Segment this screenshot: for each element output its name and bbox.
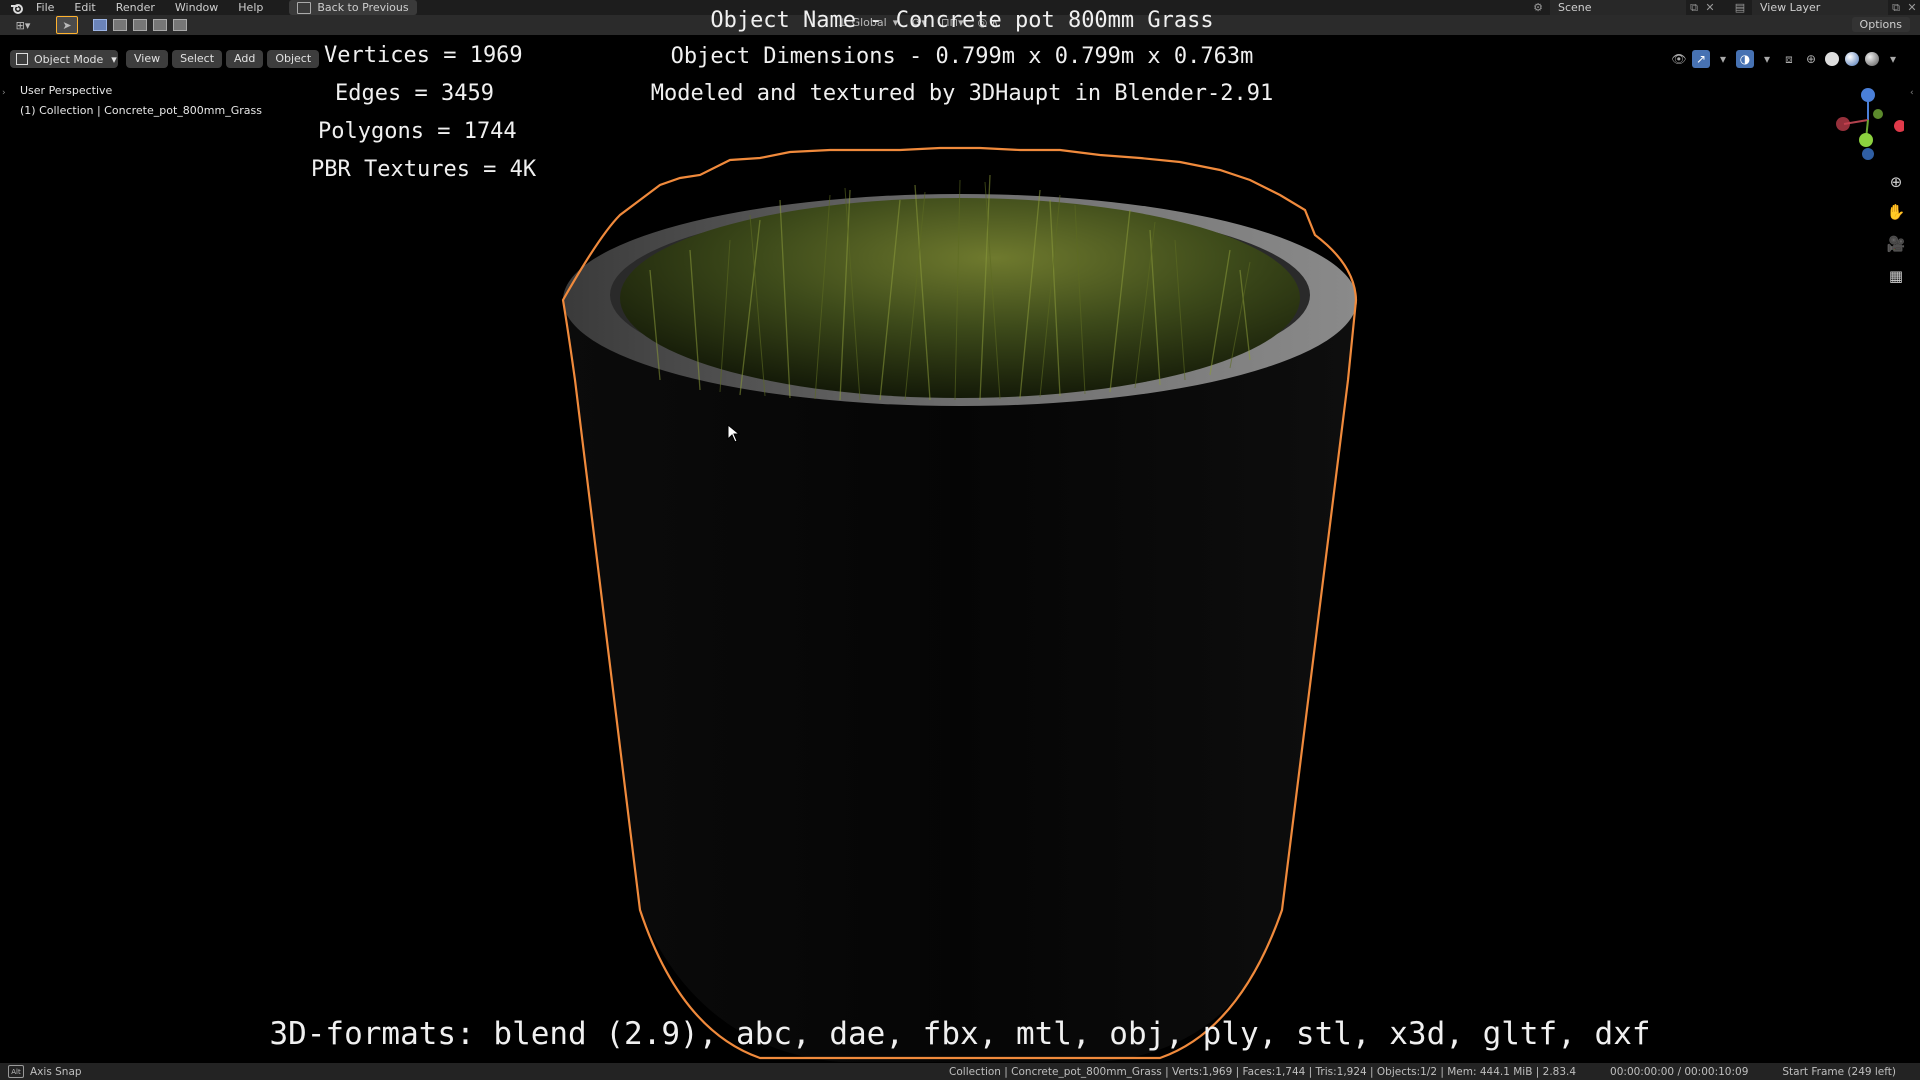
- frame-info: Start Frame (249 left): [1782, 1065, 1896, 1078]
- axis-z-icon[interactable]: [1861, 88, 1875, 102]
- credit-text: Modeled and textured by 3DHaupt in Blend…: [650, 81, 1274, 106]
- zoom-icon[interactable]: ⊕: [1884, 170, 1908, 194]
- camera-view-icon[interactable]: 🎥: [1884, 232, 1908, 256]
- object-dimensions-text: Object Dimensions - 0.799m x 0.799m x 0.…: [670, 44, 1254, 69]
- textures-stat: PBR Textures = 4K: [311, 157, 537, 182]
- scene-statistics: Collection | Concrete_pot_800mm_Grass | …: [949, 1065, 1577, 1078]
- playback-time: 00:00:00:00 / 00:00:10:09: [1610, 1065, 1749, 1078]
- concrete-pot-model[interactable]: [0, 0, 1920, 1080]
- axis-neg-x-icon[interactable]: [1836, 117, 1850, 131]
- object-name-text: Object Name - Concrete pot 800mm Grass: [710, 8, 1214, 33]
- axis-x-icon[interactable]: [1894, 120, 1904, 132]
- toolbar-expand-icon[interactable]: ›: [2, 88, 6, 98]
- axis-snap-hint: Axis Snap: [30, 1065, 82, 1078]
- vertices-stat: Vertices = 1969: [324, 43, 523, 68]
- edges-stat: Edges = 3459: [335, 81, 494, 106]
- sidebar-expand-icon[interactable]: ‹: [1910, 88, 1914, 98]
- axis-y-icon[interactable]: [1859, 133, 1873, 147]
- pot-body: [563, 300, 1356, 1062]
- status-bar: Alt Axis Snap Collection | Concrete_pot_…: [0, 1063, 1920, 1080]
- status-info: Collection | Concrete_pot_800mm_Grass | …: [915, 1063, 1896, 1080]
- axis-neg-z-icon[interactable]: [1862, 148, 1874, 160]
- navigation-gizmo[interactable]: [1824, 84, 1904, 164]
- pan-hand-icon[interactable]: ✋: [1884, 200, 1908, 224]
- alt-key-icon: Alt: [8, 1065, 24, 1078]
- polygons-stat: Polygons = 1744: [318, 119, 517, 144]
- mouse-cursor-icon: [727, 424, 741, 443]
- axis-neg-y-icon[interactable]: [1873, 109, 1883, 119]
- ortho-toggle-icon[interactable]: ▦: [1884, 264, 1908, 288]
- formats-text: 3D-formats: blend (2.9), abc, dae, fbx, …: [269, 1016, 1651, 1052]
